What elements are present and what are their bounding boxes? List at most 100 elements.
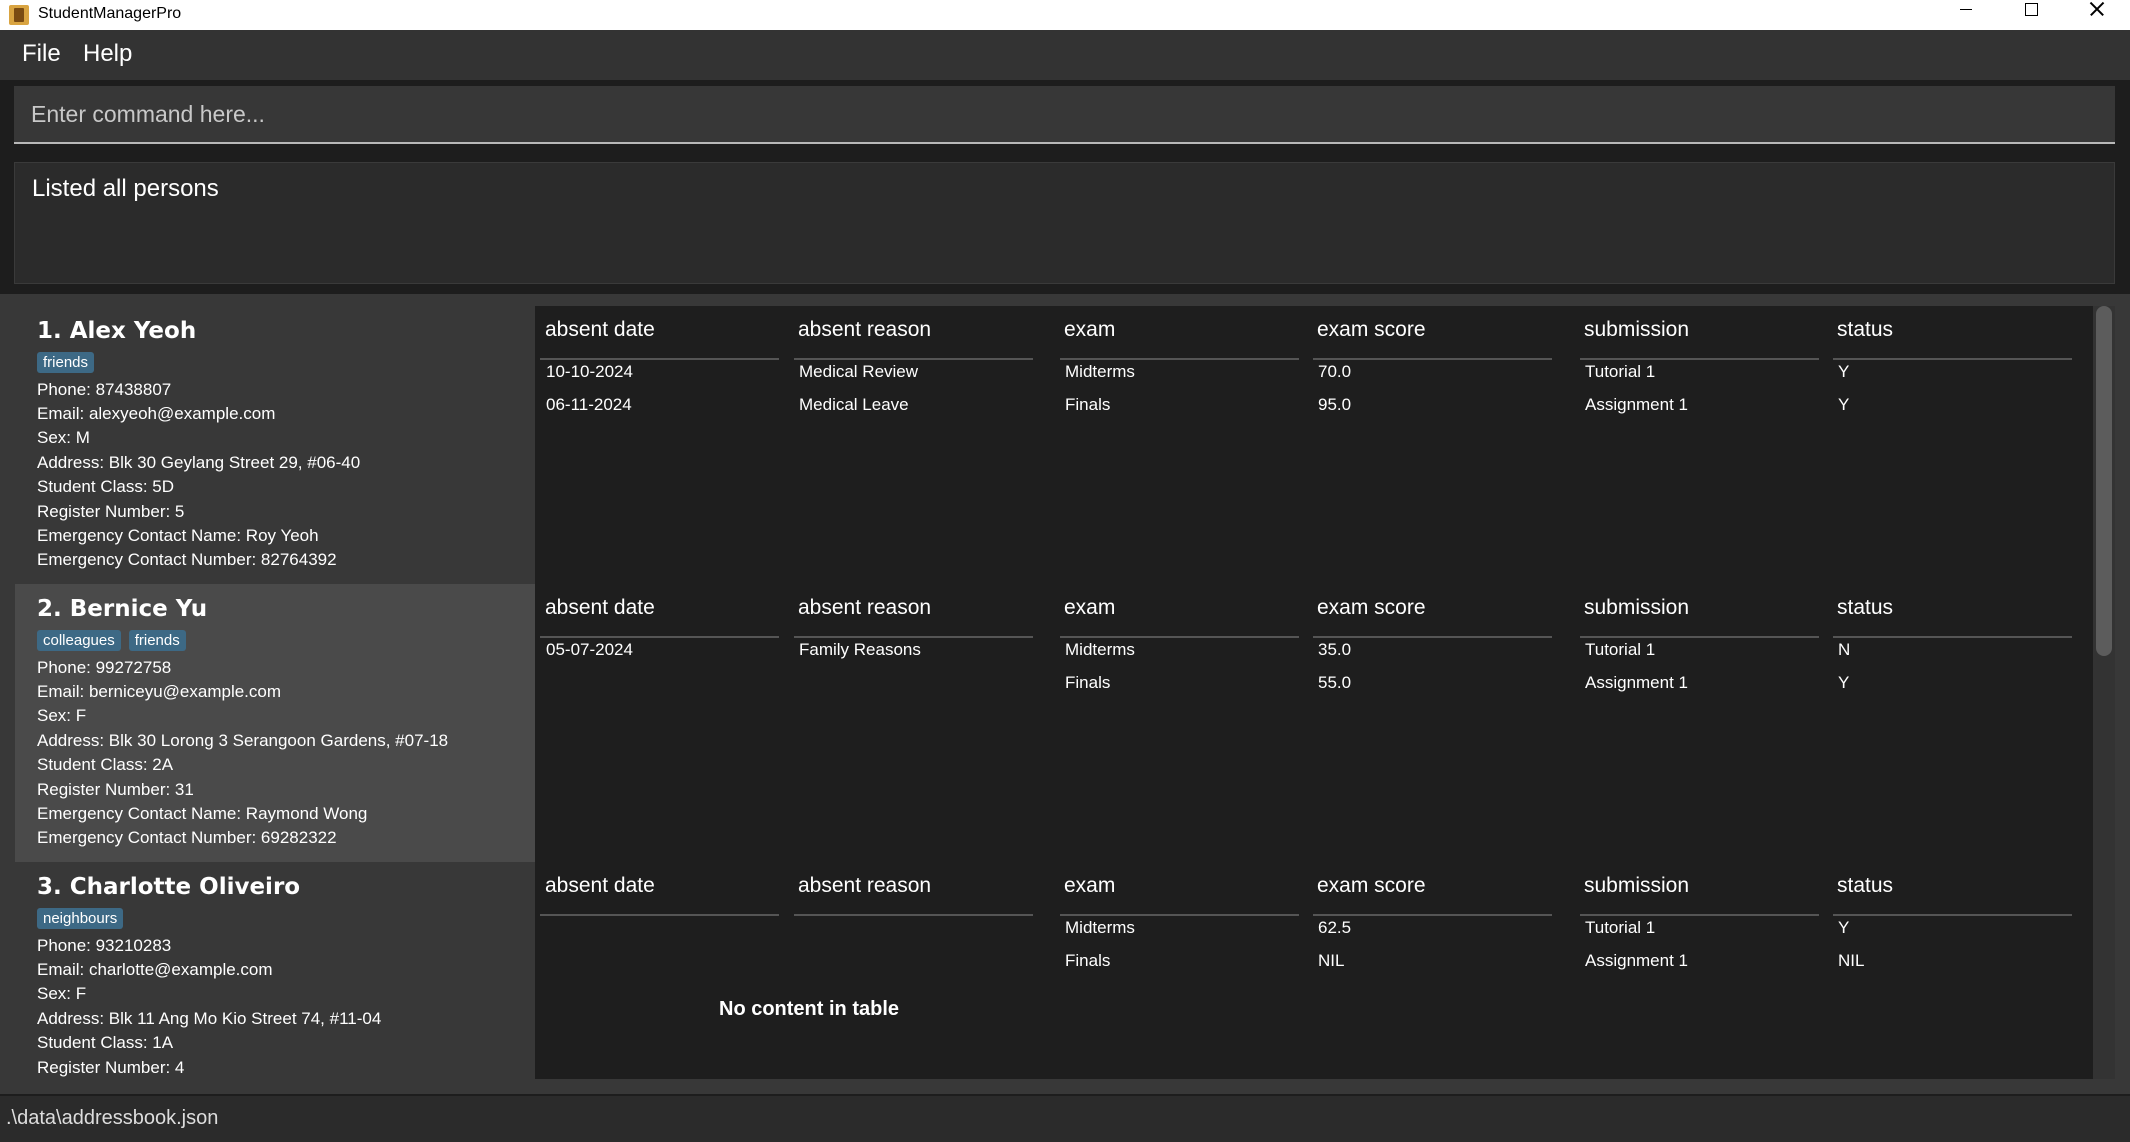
- person-address: Address: Blk 30 Geylang Street 29, #06-4…: [37, 453, 361, 472]
- person-name: 1. Alex Yeoh: [37, 318, 197, 344]
- empty-table-message: No content in table: [719, 998, 899, 1020]
- header-submission: submission: [1584, 874, 1690, 897]
- header-status: status: [1837, 596, 1894, 619]
- absent-reason-cell[interactable]: Medical Leave: [799, 395, 909, 415]
- tag-list: neighbours: [37, 908, 124, 929]
- submission-cell[interactable]: Assignment 1: [1585, 951, 1688, 971]
- header-exam-score: exam score: [1317, 596, 1426, 619]
- header-exam-score: exam score: [1317, 318, 1426, 341]
- exam-cell[interactable]: Midterms: [1065, 640, 1135, 660]
- exam-cell[interactable]: Finals: [1065, 395, 1110, 415]
- person-emergency-number: Emergency Contact Number: 69282322: [37, 828, 337, 847]
- submission-cell[interactable]: Tutorial 1: [1585, 640, 1655, 660]
- status-cell[interactable]: Y: [1838, 918, 1849, 938]
- submission-cell[interactable]: Assignment 1: [1585, 673, 1688, 693]
- tag: neighbours: [37, 908, 124, 929]
- tag: friends: [37, 352, 95, 373]
- person-class: Student Class: 2A: [37, 755, 174, 774]
- person-list[interactable]: 1. Alex Yeoh friends Phone: 87438807 Ema…: [15, 306, 2093, 1079]
- person-card[interactable]: 2. Bernice Yu colleagues friends Phone: …: [15, 584, 535, 862]
- person-emergency-number: Emergency Contact Number: 82764392: [37, 550, 337, 569]
- absent-date-cell[interactable]: 10-10-2024: [546, 362, 633, 382]
- submission-cell[interactable]: Tutorial 1: [1585, 362, 1655, 382]
- exam-cell[interactable]: Finals: [1065, 673, 1110, 693]
- divider: [1833, 636, 2072, 638]
- person-tables: absent date absent reason exam exam scor…: [535, 584, 2093, 862]
- maximize-icon[interactable]: [1999, 0, 2063, 30]
- command-box: [14, 86, 2115, 144]
- absent-date-cell[interactable]: 05-07-2024: [546, 640, 633, 660]
- person-phone: Phone: 87438807: [37, 380, 172, 399]
- scrollbar-thumb[interactable]: [2096, 306, 2112, 656]
- header-absent-reason: absent reason: [798, 318, 932, 341]
- status-bar: .\data\addressbook.json: [0, 1096, 2130, 1142]
- person-card[interactable]: 1. Alex Yeoh friends Phone: 87438807 Ema…: [15, 306, 535, 584]
- divider: [1060, 358, 1299, 360]
- status-cell[interactable]: Y: [1838, 673, 1849, 693]
- divider: [1580, 636, 1819, 638]
- person-register-number: Register Number: 4: [37, 1058, 185, 1077]
- result-text: Listed all persons: [32, 175, 219, 202]
- status-cell[interactable]: Y: [1838, 362, 1849, 382]
- person-tables: absent date absent reason exam exam scor…: [535, 862, 2093, 1079]
- title-bar: StudentManagerPro: [0, 0, 2130, 30]
- menu-help[interactable]: Help: [83, 40, 132, 68]
- exam-score-cell[interactable]: NIL: [1318, 951, 1344, 971]
- person-row[interactable]: 3. Charlotte Oliveiro neighbours Phone: …: [15, 862, 2093, 1079]
- header-status: status: [1837, 318, 1894, 341]
- header-exam: exam: [1064, 874, 1116, 897]
- submission-cell[interactable]: Tutorial 1: [1585, 918, 1655, 938]
- person-class: Student Class: 1A: [37, 1033, 174, 1052]
- divider: [1313, 636, 1552, 638]
- minimize-icon[interactable]: [1934, 0, 1998, 30]
- person-card[interactable]: 3. Charlotte Oliveiro neighbours Phone: …: [15, 862, 535, 1079]
- exam-cell[interactable]: Midterms: [1065, 362, 1135, 382]
- command-input[interactable]: [14, 86, 2115, 142]
- exam-score-cell[interactable]: 35.0: [1318, 640, 1351, 660]
- person-email: Email: berniceyu@example.com: [37, 682, 282, 701]
- menu-bar: File Help: [0, 30, 2130, 80]
- status-cell[interactable]: N: [1838, 640, 1850, 660]
- person-row[interactable]: 2. Bernice Yu colleagues friends Phone: …: [15, 584, 2093, 862]
- person-address: Address: Blk 11 Ang Mo Kio Street 74, #1…: [37, 1009, 382, 1028]
- divider: [794, 358, 1033, 360]
- scrollbar[interactable]: [2093, 306, 2115, 1079]
- header-absent-date: absent date: [545, 874, 655, 897]
- absent-date-cell[interactable]: 06-11-2024: [546, 395, 632, 415]
- save-location: .\data\addressbook.json: [6, 1107, 219, 1129]
- person-email: Email: alexyeoh@example.com: [37, 404, 276, 423]
- app-icon: [9, 5, 29, 25]
- person-sex: Sex: F: [37, 706, 87, 725]
- result-display: Listed all persons: [14, 162, 2115, 284]
- close-icon[interactable]: [2064, 0, 2128, 30]
- exam-score-cell[interactable]: 70.0: [1318, 362, 1351, 382]
- person-list-panel: 1. Alex Yeoh friends Phone: 87438807 Ema…: [0, 294, 2130, 1094]
- header-exam-score: exam score: [1317, 874, 1426, 897]
- header-absent-reason: absent reason: [798, 596, 932, 619]
- absent-reason-cell[interactable]: Medical Review: [799, 362, 918, 382]
- header-submission: submission: [1584, 318, 1690, 341]
- status-cell[interactable]: NIL: [1838, 951, 1864, 971]
- absent-reason-cell[interactable]: Family Reasons: [799, 640, 921, 660]
- person-row[interactable]: 1. Alex Yeoh friends Phone: 87438807 Ema…: [15, 306, 2093, 584]
- person-class: Student Class: 5D: [37, 477, 175, 496]
- divider: [794, 636, 1033, 638]
- exam-score-cell[interactable]: 62.5: [1318, 918, 1351, 938]
- divider: [1313, 358, 1552, 360]
- exam-cell[interactable]: Finals: [1065, 951, 1110, 971]
- divider: [540, 914, 779, 916]
- header-absent-reason: absent reason: [798, 874, 932, 897]
- menu-file[interactable]: File: [22, 40, 61, 68]
- person-emergency-name: Emergency Contact Name: Raymond Wong: [37, 804, 368, 823]
- tag: friends: [128, 630, 186, 651]
- submission-cell[interactable]: Assignment 1: [1585, 395, 1688, 415]
- divider: [540, 358, 779, 360]
- header-exam: exam: [1064, 596, 1116, 619]
- status-cell[interactable]: Y: [1838, 395, 1849, 415]
- exam-score-cell[interactable]: 55.0: [1318, 673, 1351, 693]
- header-status: status: [1837, 874, 1894, 897]
- exam-cell[interactable]: Midterms: [1065, 918, 1135, 938]
- divider: [1833, 358, 2072, 360]
- tag-list: friends: [37, 352, 95, 373]
- exam-score-cell[interactable]: 95.0: [1318, 395, 1351, 415]
